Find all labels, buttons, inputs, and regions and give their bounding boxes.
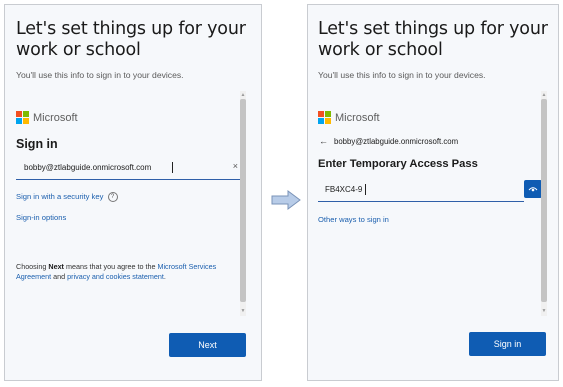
arrow-right-icon (271, 190, 301, 210)
terms-prefix: Choosing (16, 262, 49, 271)
terms-and: and (51, 272, 68, 281)
scroll-down-icon[interactable]: ▼ (541, 308, 547, 314)
scrollbar-thumb[interactable] (240, 99, 246, 302)
tap-title: Enter Temporary Access Pass (318, 158, 478, 170)
terms-text: Choosing Next means that you agree to th… (16, 262, 236, 282)
page-subtitle: You'll use this info to sign in to your … (16, 70, 184, 80)
sign-in-title: Sign in (16, 137, 58, 151)
tap-input-value: FB4XC4-9 (325, 185, 363, 194)
scroll-up-icon[interactable]: ▲ (541, 92, 547, 98)
microsoft-logo-icon (16, 111, 29, 124)
heading-line-1: Let's set things up for your (16, 19, 246, 39)
page-heading: Let's set things up for your work or sch… (16, 19, 246, 61)
text-cursor (172, 162, 173, 173)
microsoft-logo-icon (318, 111, 331, 124)
microsoft-logo: Microsoft (318, 111, 380, 124)
reveal-password-button[interactable] (524, 180, 542, 198)
page-heading: Let's set things up for your work or sch… (318, 19, 548, 61)
tap-input[interactable]: FB4XC4-9 (318, 181, 524, 202)
email-input-value: bobby@ztlabguide.onmicrosoft.com (24, 163, 152, 172)
sign-in-button[interactable]: Sign in (469, 332, 546, 356)
security-key-link[interactable]: Sign in with a security key ? (16, 192, 118, 202)
next-button[interactable]: Next (169, 333, 246, 357)
privacy-statement-link[interactable]: privacy and cookies statement (67, 272, 164, 281)
back-arrow-icon[interactable]: ← (319, 136, 328, 146)
heading-line-2: work or school (16, 40, 141, 60)
account-row: ← bobby@ztlabguide.onmicrosoft.com (319, 136, 458, 146)
account-email: bobby@ztlabguide.onmicrosoft.com (334, 136, 459, 146)
email-signin-window: Let's set things up for your work or sch… (4, 4, 262, 381)
email-input[interactable]: bobby@ztlabguide.onmicrosoft.com × (16, 159, 240, 180)
scrollbar[interactable]: ▲ ▼ (541, 91, 547, 316)
heading-line-1: Let's set things up for your (318, 19, 548, 39)
scroll-up-icon[interactable]: ▲ (240, 92, 246, 98)
terms-end: . (163, 272, 166, 281)
help-icon[interactable]: ? (107, 192, 118, 202)
temporary-access-pass-window: Let's set things up for your work or sch… (307, 4, 559, 381)
terms-middle: means that you agree to the (63, 262, 158, 271)
security-key-link-label: Sign in with a security key (16, 192, 104, 201)
clear-icon[interactable]: × (233, 161, 238, 171)
page-subtitle: You'll use this info to sign in to your … (318, 70, 486, 80)
microsoft-wordmark: Microsoft (335, 111, 380, 124)
eye-icon (528, 187, 538, 192)
heading-line-2: work or school (318, 40, 443, 60)
text-cursor (365, 184, 366, 195)
terms-bold: Next (48, 262, 64, 271)
scrollbar[interactable]: ▲ ▼ (240, 91, 246, 316)
other-ways-link[interactable]: Other ways to sign in (318, 215, 389, 224)
microsoft-logo: Microsoft (16, 111, 78, 124)
scroll-down-icon[interactable]: ▼ (240, 308, 246, 314)
microsoft-wordmark: Microsoft (33, 111, 78, 124)
sign-in-options-link[interactable]: Sign-in options (16, 213, 66, 222)
scrollbar-thumb[interactable] (541, 99, 547, 302)
